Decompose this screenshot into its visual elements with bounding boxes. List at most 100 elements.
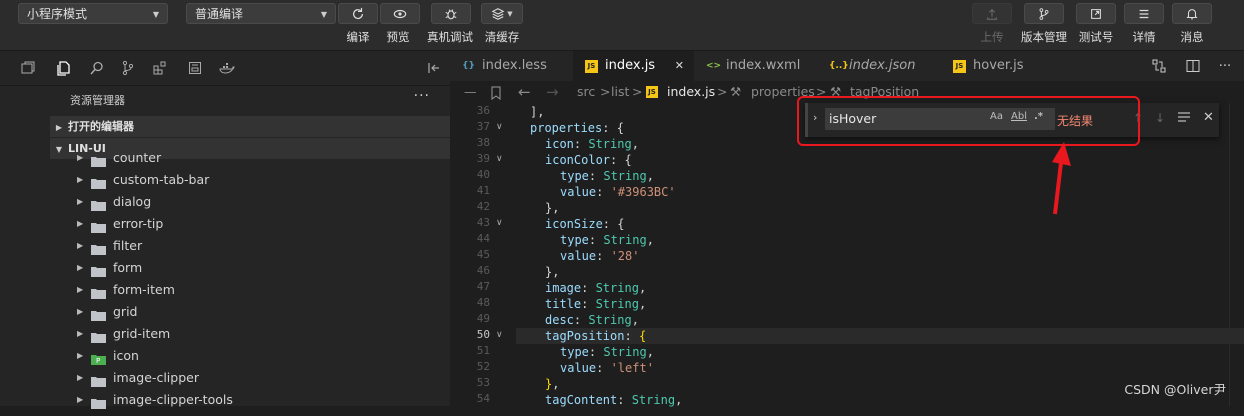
close-icon[interactable]: ✕ [1203,110,1214,125]
code-line: type: String, [516,344,654,360]
chevron-right-icon: ▶ [55,123,63,132]
messages-button[interactable] [1172,3,1212,24]
code-token: String [603,169,647,183]
code-token: : [617,393,632,407]
tree-item-label: error-tip [113,216,164,231]
code-area[interactable]: ], properties: {icon: String, iconColor: {… [516,103,1244,407]
find-in-selection-icon[interactable] [1177,110,1191,127]
tree-item[interactable]: ▶ Picon [50,345,450,367]
bug-icon [445,8,457,19]
tab-file[interactable]: {} index.less [450,51,573,81]
code-editor[interactable]: 36 37 ∨ 38 39 ∨ 40 41 42 43 ∨ 44 45 46 47 48 49 50 ∨ 51 52 53… [450,103,1244,407]
tree-item-label: filter [113,238,143,253]
code-token: String [631,393,676,407]
breadcrumb-src[interactable]: src [577,81,595,103]
code-token: }, [545,201,560,215]
tree-item[interactable]: ▶ image-clipper [50,367,450,389]
line-number: 38 [476,136,490,149]
activity-bar [0,86,50,406]
scrollbar[interactable] [1229,103,1244,406]
search-icon[interactable] [88,59,106,77]
external-link-icon [1091,8,1101,19]
tree-item[interactable]: ▶ custom-tab-bar [50,169,450,191]
tree-item[interactable]: ▶ form-item [50,279,450,301]
tree-item-label: grid [113,304,138,319]
details-button[interactable] [1124,3,1164,24]
code-token: 'left' [610,361,654,375]
fold-chevron-icon[interactable]: ∨ [496,330,503,340]
clear-cache-button[interactable]: ▼ [481,3,523,24]
branch-icon [1039,7,1049,20]
folder-icon [91,306,106,321]
line-number: 44 [476,232,490,245]
chevron-right-icon: ▶ [77,351,84,360]
code-token: : [573,313,589,327]
forward-icon[interactable]: → [546,81,559,103]
watermark: CSDN @Oliver尹 [1124,382,1226,397]
tree-item[interactable]: ▶ image-clipper-tools [50,389,450,411]
fold-chevron-icon[interactable]: ∨ [496,218,503,228]
file-type-icon: JS [585,60,598,73]
split-editor-icon[interactable] [1184,57,1202,75]
compile-select[interactable]: 普通编译 ▼ [186,3,336,24]
remote-debug-label: 真机调试 [427,30,473,44]
breadcrumb-list[interactable]: list [611,81,629,103]
tree-item-label: custom-tab-bar [113,172,210,187]
preview-button[interactable] [380,3,420,24]
tree-item[interactable]: ▶ form [50,257,450,279]
code-token: : { [602,121,624,135]
code-token: tagContent [545,393,618,407]
version-label: 版本管理 [1021,30,1067,44]
version-button[interactable] [1024,3,1064,24]
tab-label: index.json [849,58,916,73]
back-icon[interactable]: ← [518,81,531,103]
extensions-icon[interactable] [151,59,169,77]
tab-file[interactable]: <> index.wxml [694,51,817,81]
messages-label: 消息 [1180,30,1204,44]
collapse-panel-icon[interactable] [425,59,443,77]
docker-icon[interactable] [218,59,236,77]
arrow-down-icon[interactable]: ↓ [1155,111,1165,125]
code-token: tagPosition [545,329,625,343]
more-actions-icon[interactable]: ··· [1216,57,1234,75]
storage-icon[interactable] [186,59,204,77]
test-account-button[interactable] [1076,3,1116,24]
upload-button[interactable] [972,3,1012,24]
code-token: title [545,297,582,311]
breadcrumb-file[interactable]: index.js [667,81,715,103]
tree-item-label: image-clipper-tools [113,392,233,407]
tab-file[interactable]: JS index.js ✕ [573,51,694,81]
window-icon[interactable] [19,59,37,77]
chevron-right-icon: ▶ [77,373,84,382]
compile-button[interactable] [338,3,378,24]
tab-label: index.js [605,58,656,73]
mode-select[interactable]: 小程序模式 ▼ [18,3,168,24]
open-editors-section[interactable]: ▶ 打开的编辑器 [50,116,450,137]
tab-file[interactable]: JS hover.js [941,51,1050,81]
tree-item[interactable]: ▶ dialog [50,191,450,213]
code-token: , [631,313,639,327]
code-token: String [603,345,647,359]
close-icon[interactable]: ✕ [675,51,684,81]
fold-chevron-icon[interactable]: ∨ [496,122,503,132]
files-icon[interactable] [55,59,73,77]
chevron-right-icon: ▶ [77,329,84,338]
tree-item[interactable]: ▶ filter [50,235,450,257]
source-control-icon[interactable] [119,59,137,77]
code-line: tagPosition: { [516,328,646,344]
tab-file[interactable]: {..} index.json [817,51,941,81]
tree-item[interactable]: ▶ grid-item [50,323,450,345]
compare-icon[interactable] [1150,57,1168,75]
code-token: properties [530,121,603,135]
tree-item[interactable]: ▶ error-tip [50,213,450,235]
code-line: desc: String, [516,312,639,328]
fold-chevron-icon[interactable]: ∨ [496,154,503,164]
line-number: 50 [476,328,490,341]
remote-debug-button[interactable] [431,3,471,24]
tab-label: hover.js [973,58,1024,73]
line-number: 41 [476,184,490,197]
tree-item[interactable]: ▶ grid [50,301,450,323]
tree-item[interactable]: ▶ counter [50,147,450,169]
more-icon[interactable]: ··· [414,88,430,104]
chevron-right-icon: ▶ [77,153,84,162]
